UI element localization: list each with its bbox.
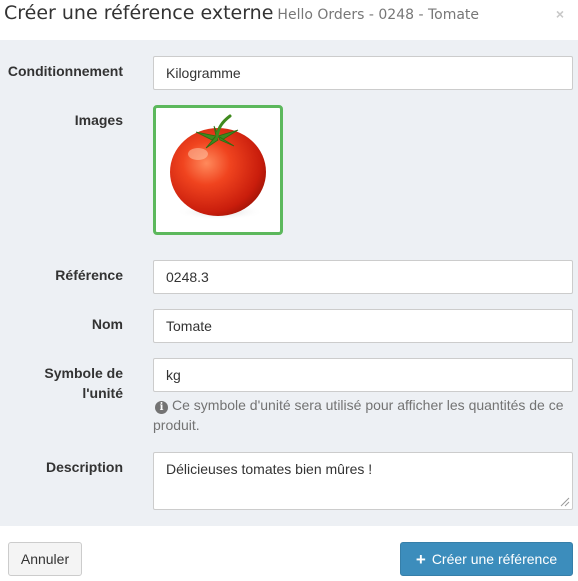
description-text: Délicieuses tomates bien mûres ! (166, 461, 373, 477)
create-reference-button[interactable]: + Créer une référence (400, 542, 573, 576)
create-reference-label: Créer une référence (431, 551, 558, 567)
reference-label: Référence (55, 267, 123, 283)
symbole-label: Symbole de l'unité (44, 363, 123, 403)
modal-title: Créer une référence externe Hello Orders … (4, 2, 479, 24)
images-label: Images (74, 112, 123, 128)
modal-header: Créer une référence externe Hello Orders … (0, 0, 578, 40)
resize-grip-icon[interactable] (558, 495, 570, 507)
symbole-input[interactable]: kg (153, 358, 573, 392)
modal-title-text: Créer une référence externe (4, 2, 274, 24)
symbole-help-text: Ce symbole d'unité sera utilisé pour aff… (153, 397, 564, 433)
tomato-image (170, 114, 266, 220)
conditionnement-select[interactable]: Kilogramme (153, 56, 573, 90)
modal-body: Conditionnement Kilogramme Images Référe… (0, 40, 578, 526)
reference-input[interactable]: 0248.3 (153, 260, 573, 294)
product-image[interactable] (153, 105, 283, 235)
symbole-label-line2: l'unité (82, 385, 123, 401)
cancel-button[interactable]: Annuler (8, 542, 82, 576)
conditionnement-label: Conditionnement (7, 63, 123, 79)
plus-icon: + (415, 550, 426, 569)
description-label: Description (45, 459, 123, 475)
modal-footer: Annuler + Créer une référence (0, 526, 578, 581)
nom-label: Nom (91, 316, 123, 332)
nom-input[interactable]: Tomate (153, 309, 573, 343)
description-textarea[interactable]: Délicieuses tomates bien mûres ! (153, 452, 573, 510)
info-icon: i (155, 401, 168, 414)
symbole-help: i Ce symbole d'unité sera utilisé pour af… (153, 395, 573, 435)
modal-subtitle: Hello Orders - 0248 - Tomate (277, 7, 480, 23)
close-icon[interactable]: × (556, 6, 564, 22)
symbole-label-line1: Symbole de (44, 365, 123, 381)
